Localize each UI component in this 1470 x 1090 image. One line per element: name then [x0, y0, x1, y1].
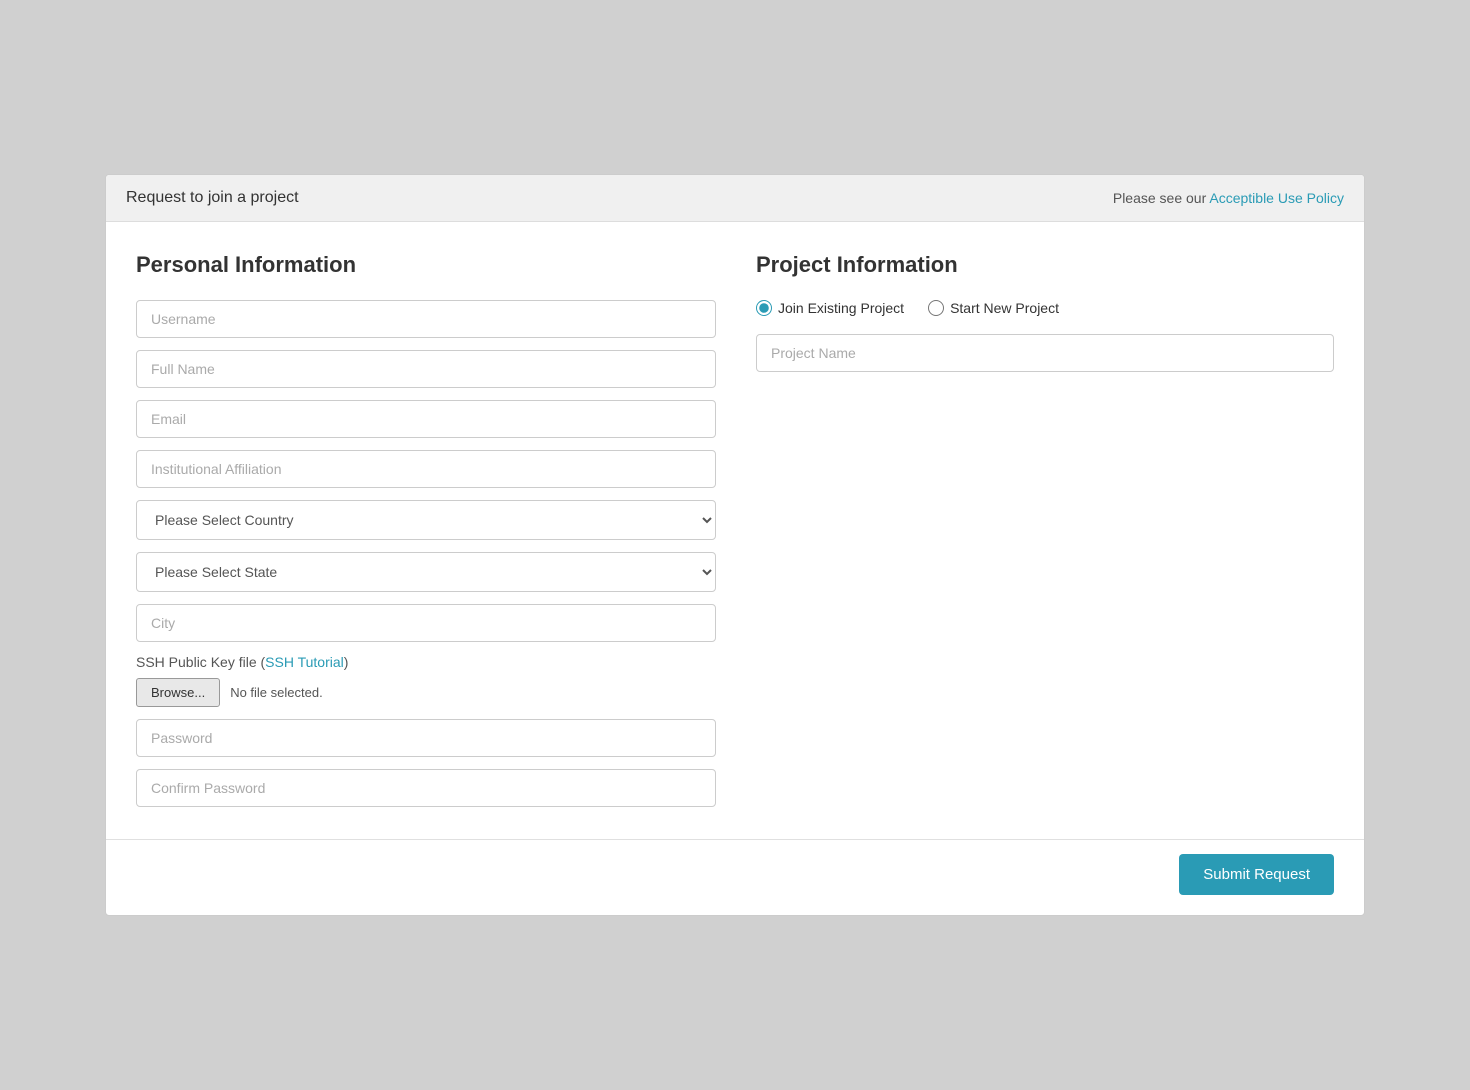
- join-existing-option[interactable]: Join Existing Project: [756, 300, 904, 316]
- project-section-title: Project Information: [756, 252, 1334, 278]
- state-select[interactable]: Please Select State: [136, 552, 716, 592]
- email-input[interactable]: [136, 400, 716, 438]
- fullname-field-wrapper: [136, 350, 716, 388]
- project-info-section: Project Information Join Existing Projec…: [756, 252, 1334, 819]
- password-field-wrapper: [136, 719, 716, 757]
- browse-button[interactable]: Browse...: [136, 678, 220, 707]
- country-select[interactable]: Please Select Country: [136, 500, 716, 540]
- join-existing-label: Join Existing Project: [778, 300, 904, 316]
- ssh-label: SSH Public Key file (SSH Tutorial): [136, 654, 716, 670]
- project-type-radio-group: Join Existing Project Start New Project: [756, 300, 1334, 316]
- ssh-tutorial-link[interactable]: SSH Tutorial: [265, 654, 344, 670]
- confirm-password-field-wrapper: [136, 769, 716, 807]
- file-upload-row: Browse... No file selected.: [136, 678, 716, 707]
- start-new-radio[interactable]: [928, 300, 944, 316]
- fullname-input[interactable]: [136, 350, 716, 388]
- join-existing-radio[interactable]: [756, 300, 772, 316]
- policy-link[interactable]: Acceptible Use Policy: [1209, 190, 1344, 206]
- affiliation-field-wrapper: [136, 450, 716, 488]
- personal-info-section: Personal Information Please Select Count…: [136, 252, 716, 819]
- header-bar: Request to join a project Please see our…: [106, 175, 1364, 222]
- username-input[interactable]: [136, 300, 716, 338]
- no-file-label: No file selected.: [230, 685, 323, 700]
- footer-bar: Submit Request: [106, 840, 1364, 915]
- policy-prefix-text: Please see our: [1113, 190, 1210, 206]
- project-name-field-wrapper: [756, 334, 1334, 372]
- ssh-label-text: SSH Public Key file (: [136, 654, 265, 670]
- email-field-wrapper: [136, 400, 716, 438]
- start-new-option[interactable]: Start New Project: [928, 300, 1059, 316]
- state-field-wrapper: Please Select State: [136, 552, 716, 592]
- affiliation-input[interactable]: [136, 450, 716, 488]
- start-new-label: Start New Project: [950, 300, 1059, 316]
- ssh-label-end: ): [344, 654, 349, 670]
- submit-request-button[interactable]: Submit Request: [1179, 854, 1334, 895]
- form-body: Personal Information Please Select Count…: [106, 222, 1364, 839]
- city-field-wrapper: [136, 604, 716, 642]
- main-container: Request to join a project Please see our…: [105, 174, 1365, 916]
- personal-section-title: Personal Information: [136, 252, 716, 278]
- city-input[interactable]: [136, 604, 716, 642]
- header-policy: Please see our Acceptible Use Policy: [1113, 190, 1344, 206]
- confirm-password-input[interactable]: [136, 769, 716, 807]
- country-field-wrapper: Please Select Country: [136, 500, 716, 540]
- header-title: Request to join a project: [126, 189, 299, 207]
- username-field-wrapper: [136, 300, 716, 338]
- project-name-input[interactable]: [756, 334, 1334, 372]
- password-input[interactable]: [136, 719, 716, 757]
